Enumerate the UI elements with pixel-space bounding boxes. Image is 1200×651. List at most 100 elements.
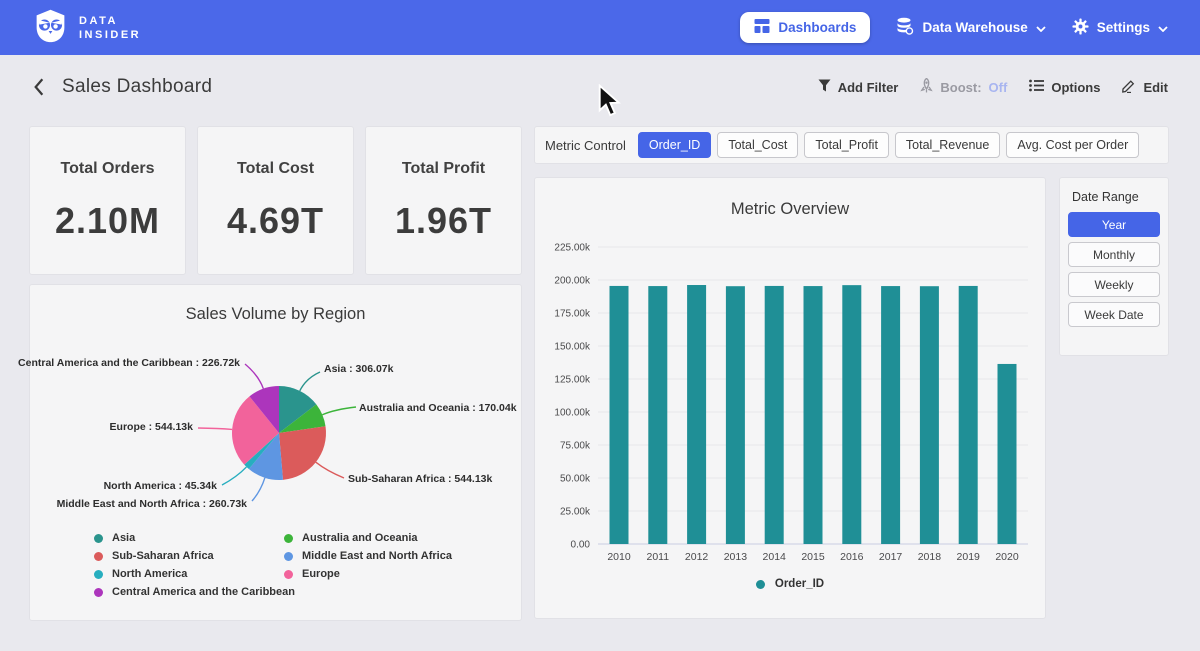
settings-label: Settings <box>1097 20 1150 35</box>
dashboards-button[interactable]: Dashboards <box>740 12 870 43</box>
bar[interactable] <box>842 285 861 544</box>
x-axis-tick: 2016 <box>840 551 864 563</box>
legend-label: Middle East and North Africa <box>302 550 452 562</box>
pie-chart-card: Sales Volume by Region Asia : 306.07kAus… <box>30 285 521 620</box>
y-axis-tick: 100.00k <box>554 408 591 419</box>
dashboards-icon <box>754 18 770 37</box>
pie-legend-item[interactable]: North America <box>94 568 187 580</box>
bar[interactable] <box>726 286 745 544</box>
metric-chip[interactable]: Order_ID <box>638 132 711 158</box>
pie-legend-item[interactable]: Europe <box>284 568 340 580</box>
metric-chip[interactable]: Avg. Cost per Order <box>1006 132 1139 158</box>
x-axis-tick: 2018 <box>918 551 942 563</box>
rocket-icon <box>920 78 933 96</box>
pie-leader-line <box>322 407 356 415</box>
metric-chip[interactable]: Total_Profit <box>804 132 889 158</box>
bar[interactable] <box>804 286 823 544</box>
bar-chart-card: Metric Overview 225.00k200.00k175.00k150… <box>535 178 1045 618</box>
legend-dot <box>756 580 765 589</box>
metric-chip[interactable]: Total_Revenue <box>895 132 1000 158</box>
y-axis-tick: 175.00k <box>554 309 591 320</box>
x-axis-tick: 2015 <box>801 551 825 563</box>
date-range-button[interactable]: Monthly <box>1068 242 1160 267</box>
pencil-icon <box>1122 79 1136 96</box>
y-axis-tick: 125.00k <box>554 375 591 386</box>
metric-control-bar: Metric Control Order_IDTotal_CostTotal_P… <box>535 127 1168 163</box>
y-axis-tick: 150.00k <box>554 342 591 353</box>
date-range-button[interactable]: Year <box>1068 212 1160 237</box>
kpi-value: 2.10M <box>55 200 160 242</box>
x-axis-tick: 2013 <box>724 551 748 563</box>
date-range-button[interactable]: Week Date <box>1068 302 1160 327</box>
legend-dot <box>94 534 103 543</box>
legend-dot <box>284 534 293 543</box>
pie-legend-item[interactable]: Middle East and North Africa <box>284 550 452 562</box>
data-warehouse-label: Data Warehouse <box>922 20 1027 35</box>
pie-leader-line <box>245 364 263 389</box>
date-range-panel: Date Range Year Monthly Weekly Week Date <box>1060 178 1168 355</box>
legend-label: Asia <box>112 532 135 544</box>
chevron-left-icon <box>32 77 46 97</box>
filter-icon <box>818 79 831 95</box>
pie-slice-label: Asia : 306.07k <box>324 363 393 375</box>
legend-dot <box>284 570 293 579</box>
add-filter-button[interactable]: Add Filter <box>818 79 899 95</box>
bar[interactable] <box>648 286 667 544</box>
bar[interactable] <box>920 286 939 544</box>
bar-chart: 225.00k200.00k175.00k150.00k125.00k100.0… <box>535 178 1045 618</box>
pie-slice[interactable] <box>279 426 326 480</box>
boost-toggle[interactable]: Boost: Off <box>920 78 1007 96</box>
brand-name: DATA INSIDER <box>79 14 141 42</box>
date-range-label: Date Range <box>1072 190 1160 204</box>
bar[interactable] <box>959 286 978 544</box>
brand: DATA INSIDER <box>32 7 141 49</box>
pie-slice-label: North America : 45.34k <box>104 480 217 492</box>
options-button[interactable]: Options <box>1029 79 1100 95</box>
legend-label: Central America and the Caribbean <box>112 586 295 598</box>
kpi-value: 1.96T <box>395 200 492 242</box>
page-title: Sales Dashboard <box>62 76 212 98</box>
kpi-card: Total Profit1.96T <box>366 127 521 274</box>
y-axis-tick: 25.00k <box>560 507 591 518</box>
date-range-button[interactable]: Weekly <box>1068 272 1160 297</box>
data-warehouse-menu[interactable]: Data Warehouse <box>896 17 1045 38</box>
metric-chip[interactable]: Total_Cost <box>717 132 798 158</box>
settings-menu[interactable]: Settings <box>1072 18 1168 38</box>
kpi-card: Total Cost 4.69T <box>198 127 353 274</box>
edit-button[interactable]: Edit <box>1122 79 1168 96</box>
x-axis-tick: 2017 <box>879 551 903 563</box>
pie-slice-label: Middle East and North Africa : 260.73k <box>57 498 247 510</box>
list-icon <box>1029 79 1044 95</box>
bar[interactable] <box>881 286 900 544</box>
pie-slice-label: Sub-Saharan Africa : 544.13k <box>348 473 492 485</box>
x-axis-tick: 2010 <box>607 551 631 563</box>
back-button[interactable] <box>32 77 46 97</box>
bar-chart-title: Metric Overview <box>535 200 1045 219</box>
kpi-label: Total Cost <box>237 160 314 178</box>
pie-legend-item[interactable]: Australia and Oceania <box>284 532 418 544</box>
pie-leader-line <box>198 428 232 429</box>
bar[interactable] <box>687 285 706 544</box>
pie-slice-label: Europe : 544.13k <box>110 421 193 433</box>
page-header: Sales Dashboard Add Filter Boost: Off <box>0 55 1200 119</box>
pie-legend-item[interactable]: Central America and the Caribbean <box>94 586 295 598</box>
x-axis-tick: 2012 <box>685 551 709 563</box>
chevron-down-icon <box>1036 20 1046 35</box>
bar-chart-legend[interactable]: Order_ID <box>535 578 1045 590</box>
owl-logo-icon <box>32 7 69 49</box>
y-axis-tick: 0.00 <box>571 540 591 551</box>
bar[interactable] <box>610 286 629 544</box>
metric-control-label: Metric Control <box>545 138 626 153</box>
y-axis-tick: 200.00k <box>554 276 591 287</box>
bar[interactable] <box>998 364 1017 544</box>
legend-label: Sub-Saharan Africa <box>112 550 214 562</box>
boost-status: Off <box>989 80 1008 95</box>
y-axis-tick: 50.00k <box>560 474 591 485</box>
legend-dot <box>94 552 103 561</box>
legend-label: Australia and Oceania <box>302 532 418 544</box>
bar[interactable] <box>765 286 784 544</box>
kpi-value: 4.69T <box>227 200 324 242</box>
pie-legend-item[interactable]: Asia <box>94 532 135 544</box>
pie-legend-item[interactable]: Sub-Saharan Africa <box>94 550 214 562</box>
date-range-options: Year Monthly Weekly Week Date <box>1068 212 1160 327</box>
